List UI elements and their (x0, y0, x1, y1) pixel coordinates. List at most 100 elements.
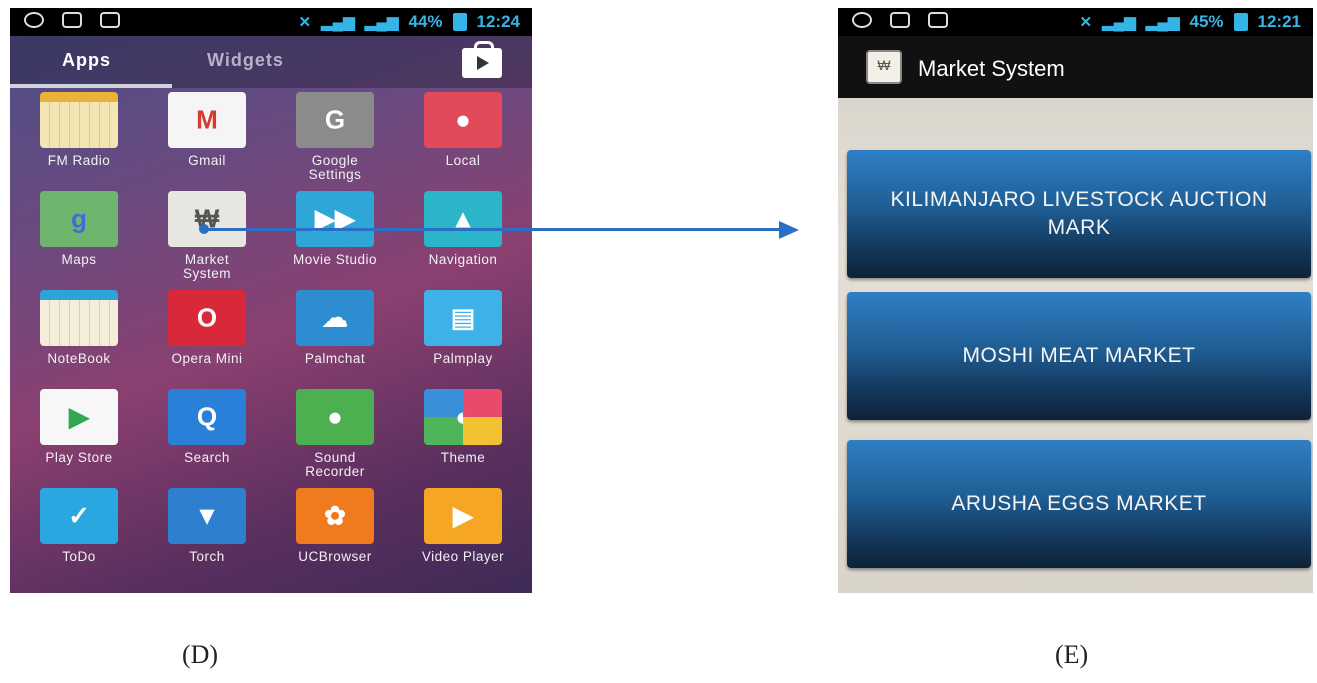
whatsapp-icon (24, 12, 44, 28)
maps-icon: g (40, 191, 118, 247)
icon-glyph: ● (327, 401, 343, 432)
app-label: UCBrowser (298, 549, 372, 564)
battery-icon (1233, 13, 1248, 31)
notification-icons (24, 12, 120, 28)
active-tab-indicator (10, 84, 172, 88)
app-market-system[interactable]: ₩ Market System (143, 191, 271, 281)
icon-glyph: g (71, 203, 87, 234)
action-bar: Market System (838, 36, 1313, 98)
local-icon: ● (424, 92, 502, 148)
system-status: ✕ ▂▄▆ ▂▄▆ 45% 12:21 (1079, 12, 1301, 32)
caption-d: (D) (182, 640, 219, 669)
app-label: Search (184, 450, 230, 465)
icon-glyph: ☁ (322, 302, 348, 333)
market-system-logo-icon (866, 50, 902, 84)
theme-icon: ◐ (424, 389, 502, 445)
app-gmail[interactable]: M Gmail (143, 92, 271, 168)
app-maps[interactable]: g Maps (15, 191, 143, 267)
app-label: FM Radio (47, 153, 111, 168)
app-video-player[interactable]: ▶ Video Player (399, 488, 527, 564)
torch-icon: ▼ (168, 488, 246, 544)
gallery-icon (928, 12, 948, 28)
icon-glyph: ▼ (194, 500, 220, 531)
battery-percent: 45% (1189, 12, 1224, 31)
app-local[interactable]: ● Local (399, 92, 527, 168)
icon-glyph: ✿ (324, 500, 346, 531)
market-system-icon: ₩ (168, 191, 246, 247)
app-label: NoteBook (47, 351, 111, 366)
app-label: Video Player (421, 549, 505, 564)
app-label: Sound Recorder (305, 450, 365, 479)
ucbrowser-icon: ✿ (296, 488, 374, 544)
google-settings-icon: G (296, 92, 374, 148)
arrow-head-icon (779, 221, 799, 239)
app-google-settings[interactable]: G Google Settings (271, 92, 399, 182)
app-play-store[interactable]: ▶ Play Store (15, 389, 143, 465)
icon-glyph: ◐ (455, 401, 471, 432)
todo-icon: ✓ (40, 488, 118, 544)
market-system-screen: ✕ ▂▄▆ ▂▄▆ 45% 12:21 Market System KILIMA… (838, 8, 1313, 593)
signal-icon-2: ▂▄▆ (1145, 14, 1180, 31)
battery-percent: 44% (408, 12, 443, 31)
video-player-icon: ▶ (424, 488, 502, 544)
app-palmchat[interactable]: ☁ Palmchat (271, 290, 399, 366)
app-theme[interactable]: ◐ Theme (399, 389, 527, 465)
clock: 12:24 (476, 12, 520, 31)
mute-icon: ✕ (298, 14, 312, 31)
app-label: Navigation (428, 252, 498, 267)
app-torch[interactable]: ▼ Torch (143, 488, 271, 564)
app-label: Opera Mini (171, 351, 243, 366)
app-opera-mini[interactable]: O Opera Mini (143, 290, 271, 366)
app-search[interactable]: Q Search (143, 389, 271, 465)
status-bar: ✕ ▂▄▆ ▂▄▆ 44% 12:24 (10, 8, 532, 36)
icon-glyph: G (324, 104, 346, 135)
gallery-icon (100, 12, 120, 28)
signal-icon-2: ▂▄▆ (364, 14, 399, 31)
app-palmplay[interactable]: ▤ Palmplay (399, 290, 527, 366)
message-icon (890, 12, 910, 28)
battery-icon (452, 13, 467, 31)
opera-mini-icon: O (168, 290, 246, 346)
tab-apps[interactable]: Apps (62, 50, 111, 71)
app-label: Movie Studio (292, 252, 378, 267)
caption-e: (E) (1055, 640, 1089, 669)
app-label: Torch (189, 549, 225, 564)
market-button-moshi[interactable]: MOSHI MEAT MARKET (847, 292, 1311, 420)
notebook-icon (40, 290, 118, 346)
app-notebook[interactable]: NoteBook (15, 290, 143, 366)
icon-glyph: ▤ (450, 302, 476, 333)
icon-glyph: ✓ (68, 500, 90, 531)
market-button-arusha[interactable]: ARUSHA EGGS MARKET (847, 440, 1311, 568)
message-icon (62, 12, 82, 28)
app-sound-recorder[interactable]: ● Sound Recorder (271, 389, 399, 479)
market-button-label: ARUSHA EGGS MARKET (951, 492, 1207, 515)
app-label: Google Settings (308, 153, 362, 182)
icon-glyph: Q (196, 401, 218, 432)
notification-icons (852, 12, 948, 28)
app-label: Palmchat (304, 351, 366, 366)
app-label: Palmplay (433, 351, 493, 366)
whatsapp-icon (852, 12, 872, 28)
app-title: Market System (918, 56, 1065, 81)
app-label: Theme (440, 450, 486, 465)
search-icon: Q (168, 389, 246, 445)
icon-glyph: ▶ (69, 401, 89, 432)
market-button-label: MOSHI MEAT MARKET (962, 344, 1196, 367)
mute-icon: ✕ (1079, 14, 1093, 31)
fm-radio-icon (40, 92, 118, 148)
icon-glyph: ● (455, 104, 471, 135)
app-fm-radio[interactable]: FM Radio (15, 92, 143, 168)
market-button-label: KILIMANJARO LIVESTOCK AUCTION MARK (890, 188, 1268, 239)
navigation-icon: ▲ (424, 191, 502, 247)
icon-glyph: O (196, 302, 218, 333)
palmchat-icon: ☁ (296, 290, 374, 346)
play-store-shortcut-icon[interactable] (462, 41, 502, 78)
clock: 12:21 (1257, 12, 1301, 31)
gmail-icon: M (168, 92, 246, 148)
tab-widgets[interactable]: Widgets (207, 50, 284, 71)
system-status: ✕ ▂▄▆ ▂▄▆ 44% 12:24 (298, 12, 520, 32)
app-ucbrowser[interactable]: ✿ UCBrowser (271, 488, 399, 564)
app-label: Maps (61, 252, 97, 267)
market-button-kilimanjaro[interactable]: KILIMANJARO LIVESTOCK AUCTION MARK (847, 150, 1311, 278)
app-todo[interactable]: ✓ ToDo (15, 488, 143, 564)
